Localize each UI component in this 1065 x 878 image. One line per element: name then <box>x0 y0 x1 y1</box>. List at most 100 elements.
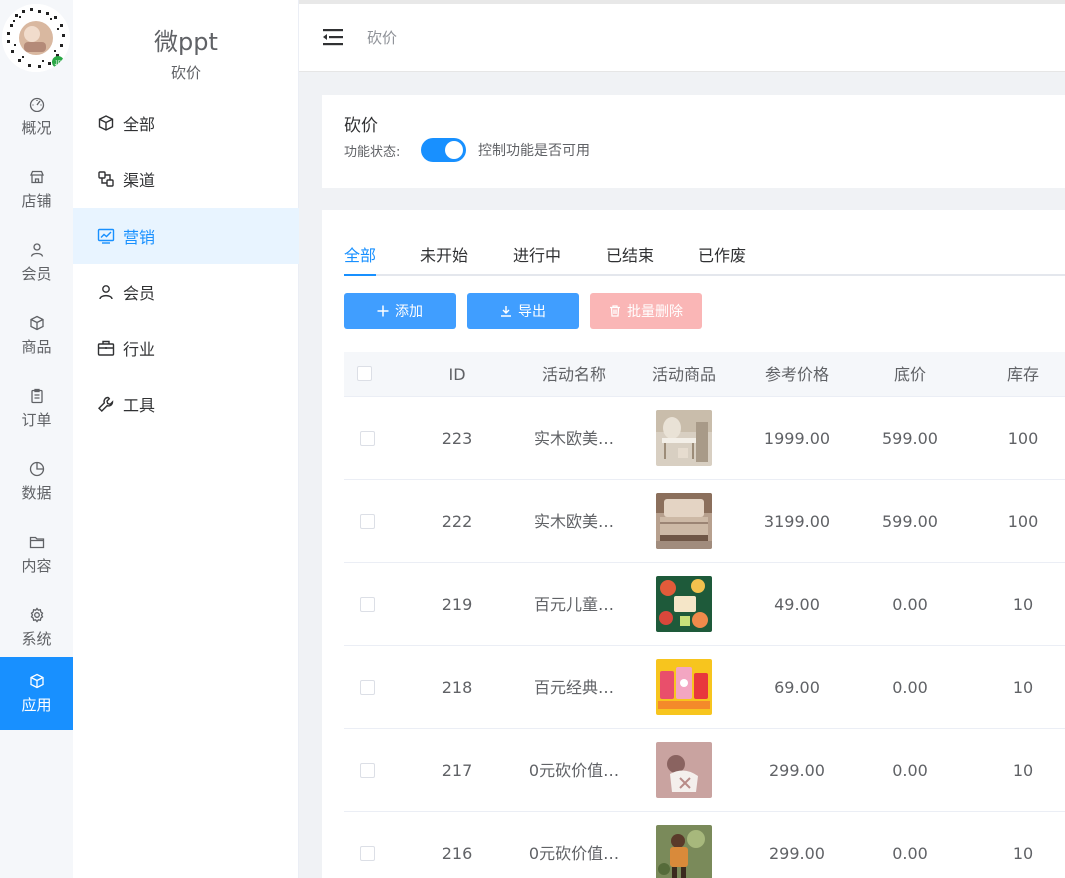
cell-floor-price: 0.00 <box>892 678 928 697</box>
product-thumbnail[interactable] <box>656 576 712 632</box>
row-checkbox[interactable] <box>360 431 375 446</box>
table-row[interactable]: 216 0元砍价值… 299.00 0.00 10 <box>344 812 1065 878</box>
cell-floor-price: 0.00 <box>892 761 928 780</box>
folder-icon <box>29 536 44 548</box>
cell-floor-price: 0.00 <box>892 844 928 863</box>
col-stock: 库存 <box>1006 365 1039 384</box>
cell-name[interactable]: 实木欧美… <box>519 480 629 563</box>
table-row[interactable]: 217 0元砍价值… 299.00 0.00 10 <box>344 729 1065 812</box>
user-icon <box>99 285 113 300</box>
sidebar-item-label: 工具 <box>123 396 156 415</box>
cell-id: 223 <box>441 429 473 448</box>
select-all-checkbox[interactable] <box>357 366 372 381</box>
user-icon <box>30 242 43 257</box>
cell-ref-price: 1999.00 <box>763 429 831 448</box>
tab-all[interactable]: 全部 <box>344 242 376 276</box>
table-row[interactable]: 223 实木欧美… 1999.00 599.00 100 <box>344 397 1065 480</box>
product-thumbnail[interactable] <box>656 825 712 878</box>
sidebar-item-members[interactable]: 会员 <box>73 264 299 320</box>
col-ref-price: 参考价格 <box>764 365 829 384</box>
activity-list-card: 全部 未开始 进行中 已结束 已作废 添加 导出 批量删除 ID 活动名称 活动… <box>322 210 1065 878</box>
page-title: 砍价 <box>367 29 398 47</box>
cell-stock: 10 <box>1012 761 1034 780</box>
rail-item-label: 数据 <box>21 483 52 502</box>
channel-icon <box>98 171 114 187</box>
tab-voided[interactable]: 已作废 <box>698 242 746 276</box>
cell-name[interactable]: 0元砍价值… <box>519 812 629 878</box>
cell-name[interactable]: 百元儿童… <box>519 563 629 646</box>
switch-label: 功能状态: <box>344 145 401 160</box>
cell-ref-price: 3199.00 <box>763 512 831 531</box>
cell-name[interactable]: 百元经典… <box>519 646 629 729</box>
product-thumbnail[interactable] <box>656 410 712 466</box>
rail-item-orders[interactable]: 订单 <box>0 372 73 445</box>
product-thumbnail[interactable] <box>656 493 712 549</box>
table-row[interactable]: 219 百元儿童… 49.00 0.00 10 <box>344 563 1065 646</box>
rail-item-store[interactable]: 店铺 <box>0 153 73 226</box>
rail-item-content[interactable]: 内容 <box>0 518 73 591</box>
cell-ref-price: 299.00 <box>769 844 825 863</box>
cell-stock: 10 <box>1012 678 1034 697</box>
menu-fold-icon[interactable] <box>323 28 343 46</box>
cell-stock: 100 <box>1007 512 1039 531</box>
rail-item-apps[interactable]: 应用 <box>0 657 73 730</box>
sidebar-item-tools[interactable]: 工具 <box>73 376 299 432</box>
add-button[interactable]: 添加 <box>344 293 456 329</box>
rail-item-label: 订单 <box>21 410 52 429</box>
sidebar-item-industry[interactable]: 行业 <box>73 320 299 376</box>
sidebar-item-label: 全部 <box>123 115 156 134</box>
toggle-knob <box>445 141 463 159</box>
rail-item-overview[interactable]: 概况 <box>0 80 73 153</box>
briefcase-icon <box>97 340 115 356</box>
row-checkbox[interactable] <box>360 514 375 529</box>
cell-name[interactable]: 0元砍价值… <box>519 729 629 812</box>
rail-item-products[interactable]: 商品 <box>0 299 73 372</box>
rail-item-label: 店铺 <box>21 191 52 210</box>
plus-icon <box>377 305 389 317</box>
cell-ref-price: 69.00 <box>774 678 820 697</box>
product-thumbnail[interactable] <box>656 659 712 715</box>
cell-stock: 10 <box>1012 844 1034 863</box>
cell-floor-price: 0.00 <box>892 595 928 614</box>
rail-item-label: 系统 <box>21 629 52 648</box>
row-checkbox[interactable] <box>360 763 375 778</box>
tab-not-started[interactable]: 未开始 <box>420 242 468 276</box>
feature-toggle[interactable] <box>421 138 466 162</box>
sidebar-item-label: 营销 <box>123 228 156 247</box>
cell-id: 222 <box>441 512 473 531</box>
table-row[interactable]: 222 实木欧美… 3199.00 599.00 100 <box>344 480 1065 563</box>
row-checkbox[interactable] <box>360 597 375 612</box>
rail-item-data[interactable]: 数据 <box>0 445 73 518</box>
cell-floor-price: 599.00 <box>882 512 938 531</box>
col-name: 活动名称 <box>541 365 606 384</box>
product-thumbnail[interactable] <box>656 742 712 798</box>
rail-item-system[interactable]: 系统 <box>0 591 73 664</box>
rail-item-label: 内容 <box>21 556 52 575</box>
cell-id: 217 <box>441 761 473 780</box>
export-button-label: 导出 <box>518 304 546 320</box>
table-row[interactable]: 218 百元经典… 69.00 0.00 10 <box>344 646 1065 729</box>
qr-avatar[interactable]: JP <box>2 4 70 72</box>
sidebar-item-all[interactable]: 全部 <box>73 95 299 151</box>
sidebar-item-label: 会员 <box>123 284 156 303</box>
brand-name: 微ppt <box>154 28 218 56</box>
batch-delete-button[interactable]: 批量删除 <box>590 293 702 329</box>
row-checkbox[interactable] <box>360 846 375 861</box>
rail-item-members[interactable]: 会员 <box>0 226 73 299</box>
svg-text:JP: JP <box>54 61 61 67</box>
add-button-label: 添加 <box>395 304 423 320</box>
cell-id: 219 <box>441 595 473 614</box>
sidebar-item-channel[interactable]: 渠道 <box>73 151 299 207</box>
cube-icon <box>98 115 114 131</box>
tab-ended[interactable]: 已结束 <box>606 242 654 276</box>
cell-name[interactable]: 实木欧美… <box>519 397 629 480</box>
top-header: 砍价 <box>299 0 1065 72</box>
sidebar-item-marketing[interactable]: 营销 <box>73 208 299 264</box>
row-checkbox[interactable] <box>360 680 375 695</box>
monitor-chart-icon <box>97 228 115 244</box>
pie-icon <box>29 461 44 476</box>
export-button[interactable]: 导出 <box>467 293 579 329</box>
tab-in-progress[interactable]: 进行中 <box>513 242 561 276</box>
col-id: ID <box>448 365 466 384</box>
wrench-icon <box>98 396 114 412</box>
